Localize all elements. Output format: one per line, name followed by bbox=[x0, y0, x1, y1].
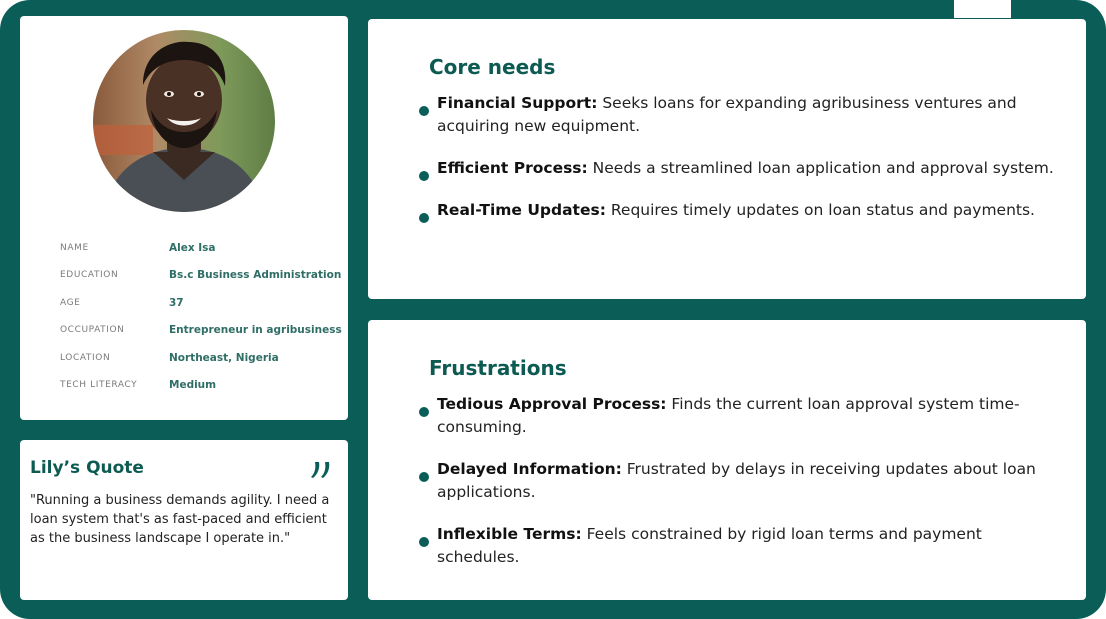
core-needs-card: Core needs Financial Support: Seeks loan… bbox=[368, 19, 1086, 299]
list-item: Tedious Approval Process: Finds the curr… bbox=[417, 393, 1057, 439]
item-term: Inflexible Terms: bbox=[437, 525, 582, 543]
core-needs-title: Core needs bbox=[429, 55, 556, 79]
item-term: Financial Support: bbox=[437, 94, 598, 112]
quote-mark-icon bbox=[309, 460, 331, 482]
detail-label: EDUCATION bbox=[60, 270, 119, 281]
profile-details: NAME Alex Isa EDUCATION Bs.c Business Ad… bbox=[60, 234, 345, 399]
detail-value: Medium bbox=[169, 379, 217, 392]
detail-label: TECH LITERACY bbox=[60, 380, 138, 391]
detail-label: OCCUPATION bbox=[60, 325, 125, 336]
frame-notch bbox=[954, 0, 1011, 18]
bullet-dot-icon bbox=[419, 106, 429, 116]
list-item: Inflexible Terms: Feels constrained by r… bbox=[417, 523, 1057, 569]
detail-row-age: AGE 37 bbox=[60, 289, 345, 317]
detail-value: Bs.c Business Administration bbox=[169, 269, 342, 282]
detail-value: Alex Isa bbox=[169, 241, 216, 254]
detail-label: LOCATION bbox=[60, 352, 111, 363]
item-text: Needs a streamlined loan application and… bbox=[587, 159, 1054, 177]
frustrations-card: Frustrations Tedious Approval Process: F… bbox=[368, 320, 1086, 600]
item-term: Efficient Process: bbox=[437, 159, 588, 177]
bullet-dot-icon bbox=[419, 171, 429, 181]
quote-text: "Running a business demands agility. I n… bbox=[30, 493, 330, 546]
detail-label: AGE bbox=[60, 297, 81, 308]
list-item: Financial Support: Seeks loans for expan… bbox=[417, 92, 1057, 138]
detail-label: NAME bbox=[60, 242, 89, 253]
profile-card: NAME Alex Isa EDUCATION Bs.c Business Ad… bbox=[20, 16, 348, 420]
list-item: Delayed Information: Frustrated by delay… bbox=[417, 458, 1057, 504]
detail-row-name: NAME Alex Isa bbox=[60, 234, 345, 262]
quote-card: Lily’s Quote "Running a business demands… bbox=[20, 440, 348, 600]
item-term: Tedious Approval Process: bbox=[437, 395, 667, 413]
core-needs-list: Financial Support: Seeks loans for expan… bbox=[417, 92, 1057, 241]
persona-board: NAME Alex Isa EDUCATION Bs.c Business Ad… bbox=[0, 0, 1106, 619]
detail-row-occupation: OCCUPATION Entrepreneur in agribusiness bbox=[60, 317, 345, 345]
detail-value: 37 bbox=[169, 296, 184, 309]
bullet-dot-icon bbox=[419, 213, 429, 223]
bullet-dot-icon bbox=[419, 472, 429, 482]
person-photo-icon bbox=[93, 30, 275, 212]
item-term: Real-Time Updates: bbox=[437, 201, 606, 219]
detail-value: Northeast, Nigeria bbox=[169, 351, 279, 364]
quote-title: Lily’s Quote bbox=[30, 458, 144, 478]
avatar bbox=[93, 30, 275, 212]
list-item: Efficient Process: Needs a streamlined l… bbox=[417, 157, 1057, 181]
item-term: Delayed Information: bbox=[437, 460, 622, 478]
detail-row-location: LOCATION Northeast, Nigeria bbox=[60, 344, 345, 372]
bullet-dot-icon bbox=[419, 407, 429, 417]
item-text: Requires timely updates on loan status a… bbox=[605, 201, 1035, 219]
frustrations-title: Frustrations bbox=[429, 356, 567, 380]
detail-value: Entrepreneur in agribusiness bbox=[169, 324, 342, 337]
list-item: Real-Time Updates: Requires timely updat… bbox=[417, 199, 1057, 223]
detail-row-tech-literacy: TECH LITERACY Medium bbox=[60, 372, 345, 400]
bullet-dot-icon bbox=[419, 537, 429, 547]
detail-row-education: EDUCATION Bs.c Business Administration bbox=[60, 262, 345, 290]
frustrations-list: Tedious Approval Process: Finds the curr… bbox=[417, 393, 1057, 588]
